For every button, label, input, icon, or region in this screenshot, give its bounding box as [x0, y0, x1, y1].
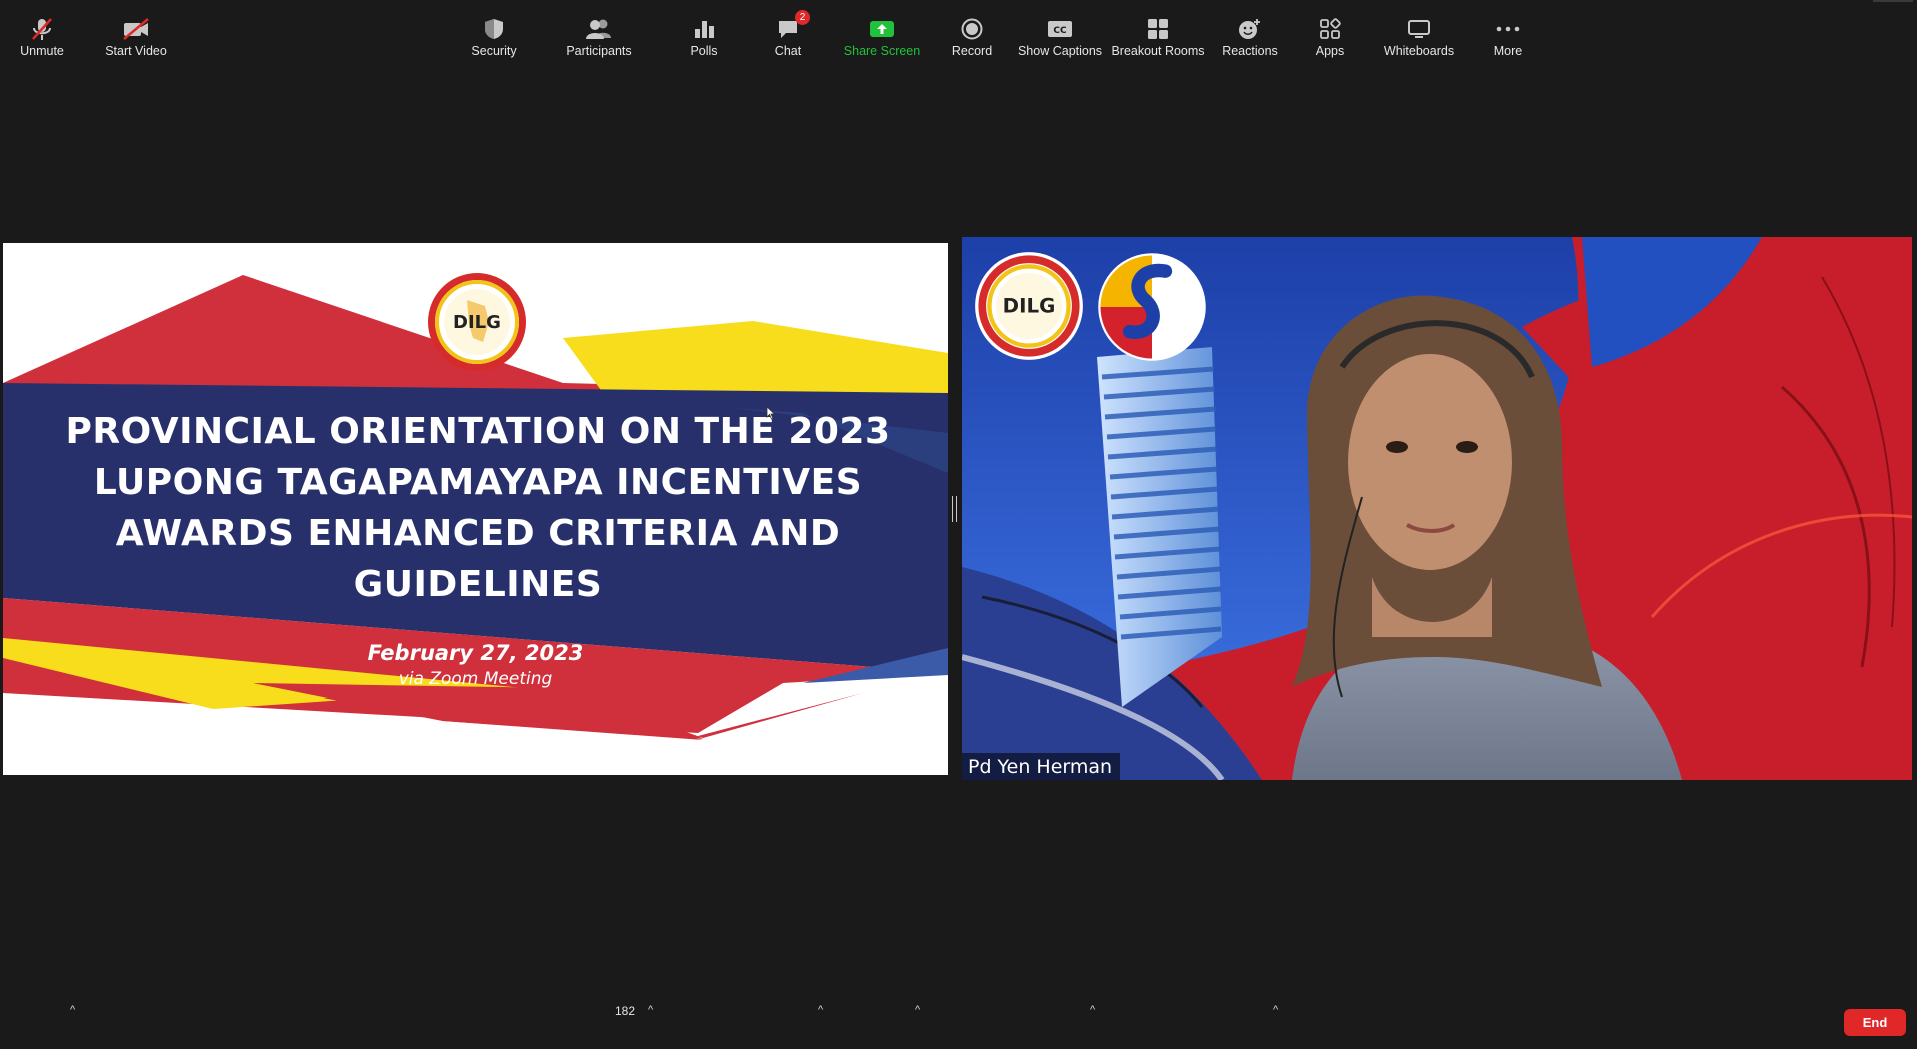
svg-text:CC: CC [1053, 26, 1067, 36]
share-screen-button[interactable]: Share Screen [844, 0, 920, 63]
participants-button[interactable]: Participants [564, 0, 634, 63]
polls-button[interactable]: Polls [688, 0, 720, 63]
shared-screen-slide[interactable]: DILG PROVINCIAL ORIENTATION ON THE 2023 … [3, 243, 948, 775]
show-captions-button[interactable]: CC Show Captions [1018, 0, 1102, 63]
more-button[interactable]: More [1490, 0, 1526, 63]
ellipsis-icon [1496, 14, 1520, 44]
participants-options-caret[interactable]: ^ [648, 1004, 653, 1016]
reactions-options-caret[interactable]: ^ [1273, 1004, 1278, 1016]
security-button[interactable]: Security [468, 0, 520, 63]
whiteboards-button[interactable]: Whiteboards [1383, 0, 1455, 63]
unmute-button[interactable]: Unmute [14, 0, 70, 63]
record-button[interactable]: Record [952, 0, 992, 63]
city-s-logo [1098, 253, 1206, 361]
reactions-button[interactable]: Reactions [1222, 0, 1278, 63]
participants-count: 182 [615, 1004, 636, 1018]
smiley-plus-icon [1237, 14, 1263, 44]
slide-subtitle: via Zoom Meeting [398, 669, 553, 689]
apps-button[interactable]: Apps [1314, 0, 1346, 63]
breakout-rooms-grid-icon [1147, 14, 1169, 44]
video-off-icon [121, 14, 151, 44]
breakout-rooms-button[interactable]: Breakout Rooms [1111, 0, 1205, 63]
zoom-meeting-window: DILG PROVINCIAL ORIENTATION ON THE 2023 … [0, 0, 1917, 1049]
slide-title: PROVINCIAL ORIENTATION ON THE 2023 LUPON… [65, 411, 891, 605]
participant-name-tag: Pd Yen Herman [962, 753, 1121, 780]
share-screen-icon [869, 14, 895, 44]
mouse-pointer-icon [766, 406, 776, 420]
polls-bar-chart-icon [693, 14, 715, 44]
pane-splitter-handle[interactable] [952, 496, 957, 522]
share-options-caret[interactable]: ^ [915, 1004, 920, 1016]
meeting-toolbar [0, 986, 1917, 1049]
svg-text:DILG: DILG [1003, 295, 1056, 318]
captions-options-caret[interactable]: ^ [1090, 1004, 1095, 1016]
start-video-button[interactable]: Start Video [100, 0, 172, 63]
chat-unread-badge: 2 [795, 10, 810, 25]
chat-button[interactable]: 2 Chat [772, 0, 810, 63]
chat-bubble-icon: 2 [776, 10, 810, 44]
dilg-seal-logo: DILG [975, 252, 1083, 360]
window-corner-bar [1873, 0, 1913, 2]
participants-icon [585, 14, 613, 44]
participant-video-tile[interactable]: DILG Pd Yen Herman [962, 237, 1912, 780]
whiteboard-icon [1407, 14, 1431, 44]
record-icon [961, 14, 983, 44]
shield-icon [483, 14, 505, 44]
svg-text:DILG: DILG [453, 312, 501, 333]
apps-icon [1319, 14, 1341, 44]
slide-date: February 27, 2023 [367, 641, 584, 665]
audio-options-caret[interactable]: ^ [70, 1004, 75, 1016]
chat-options-caret[interactable]: ^ [818, 1004, 823, 1016]
closed-captions-icon: CC [1047, 14, 1073, 44]
dilg-seal-logo: DILG [428, 273, 526, 371]
muted-microphone-icon [30, 14, 54, 44]
end-meeting-button[interactable]: End [1844, 1009, 1906, 1036]
